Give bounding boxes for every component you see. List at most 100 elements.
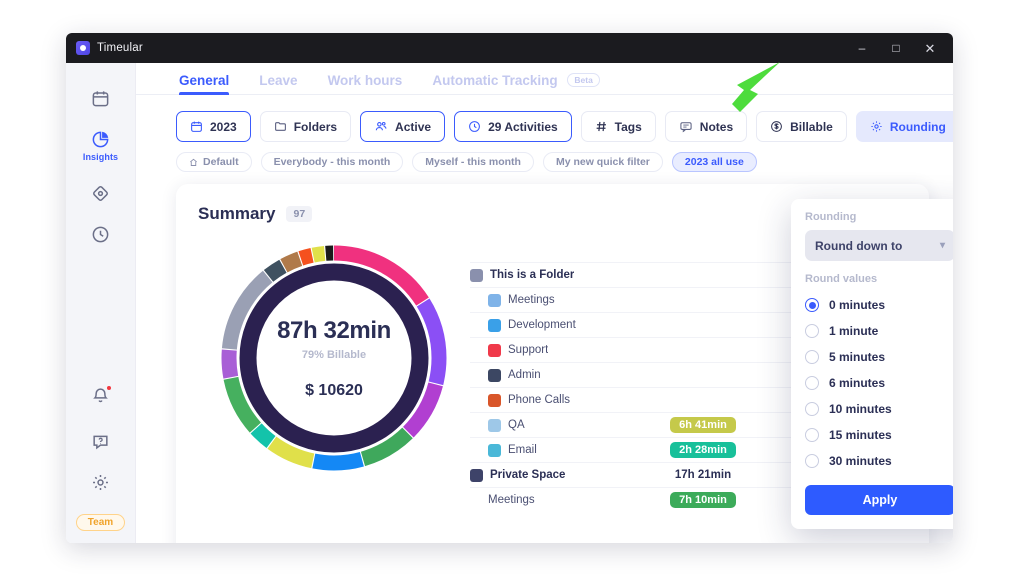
team-badge[interactable]: Team [76, 514, 125, 531]
radio-button[interactable] [805, 454, 819, 468]
rounding-title: Rounding [805, 211, 953, 223]
chip-label: Tags [615, 120, 642, 134]
row-name-cell: Meetings [470, 294, 655, 307]
duration-value: 17h 21min [675, 469, 731, 481]
filter-bar: 2023 Folders Active 29 Activitie [136, 95, 953, 172]
quick-filter-myself[interactable]: Myself - this month [412, 152, 534, 172]
tab-automatic-tracking[interactable]: Automatic Tracking Beta [432, 73, 599, 94]
title-bar: Timeular – □ ✕ [66, 33, 953, 63]
quick-filter-everybody[interactable]: Everybody - this month [261, 152, 404, 172]
sidebar-item-settings[interactable] [75, 473, 127, 492]
app-title: Timeular [97, 42, 143, 54]
radio-button[interactable] [805, 298, 819, 312]
apply-button[interactable]: Apply [805, 485, 953, 515]
tab-label: Leave [259, 73, 297, 88]
tab-label: Automatic Tracking [432, 73, 557, 88]
row-name-label: Admin [508, 369, 541, 381]
radio-button[interactable] [805, 376, 819, 390]
main-content: General Leave Work hours Automatic Track… [136, 63, 953, 543]
annotation-arrow-icon [724, 60, 784, 122]
app-body: Insights [66, 63, 953, 543]
round-value-label: 1 minute [829, 324, 878, 338]
sidebar-item-tracker[interactable] [75, 184, 127, 203]
filter-chip-rounding[interactable]: Rounding [856, 111, 953, 142]
filter-chip-activities[interactable]: 29 Activities [454, 111, 572, 142]
donut-chart[interactable]: 87h 32min 79% Billable $ 10620 [218, 242, 450, 474]
round-value-label: 30 minutes [829, 454, 892, 468]
round-value-option[interactable]: 10 minutes [805, 396, 953, 422]
round-value-label: 6 minutes [829, 376, 885, 390]
clock-icon [91, 225, 110, 244]
radio-button[interactable] [805, 428, 819, 442]
app-logo-icon [76, 41, 90, 55]
sidebar-item-calendar[interactable] [75, 89, 127, 108]
admin-icon [488, 369, 501, 382]
quick-filter-default[interactable]: Default [176, 152, 252, 172]
filter-chip-active[interactable]: Active [360, 111, 445, 142]
quick-filter-label: Everybody - this month [274, 156, 391, 168]
app-window: Timeular – □ ✕ Insights [66, 33, 953, 543]
round-value-option[interactable]: 5 minutes [805, 344, 953, 370]
filter-chip-folders[interactable]: Folders [260, 111, 351, 142]
clock-icon [468, 120, 481, 133]
row-name-label: Development [508, 319, 576, 331]
round-value-option[interactable]: 30 minutes [805, 448, 953, 474]
quick-filter-2023-all-users[interactable]: 2023 all use [672, 152, 757, 172]
round-value-option[interactable]: 0 minutes [805, 292, 953, 318]
maximize-button[interactable]: □ [879, 33, 913, 63]
row-name-label: This is a Folder [490, 269, 574, 281]
radio-button[interactable] [805, 402, 819, 416]
row-name-cell: Development [470, 319, 655, 332]
minimize-button[interactable]: – [845, 33, 879, 63]
round-value-label: 0 minutes [829, 298, 885, 312]
donut-amount-value: $ 10620 [305, 382, 363, 400]
filter-chip-year[interactable]: 2023 [176, 111, 251, 142]
people-icon [374, 120, 388, 133]
round-value-option[interactable]: 1 minute [805, 318, 953, 344]
quick-filter-label: Myself - this month [425, 156, 521, 168]
row-name-cell: Support [470, 344, 655, 357]
row-name-cell: Admin [470, 369, 655, 382]
filter-chip-row: 2023 Folders Active 29 Activitie [176, 111, 953, 142]
diamond-icon [91, 184, 110, 203]
radio-button[interactable] [805, 324, 819, 338]
duration-badge: 7h 10min [670, 492, 736, 508]
home-icon [470, 469, 483, 482]
tab-general[interactable]: General [179, 73, 229, 94]
pie-chart-icon [91, 130, 110, 149]
quick-filter-label: 2023 all use [685, 156, 744, 168]
notification-badge-dot [106, 385, 112, 391]
filter-chip-tags[interactable]: Tags [581, 111, 656, 142]
round-value-label: 5 minutes [829, 350, 885, 364]
sidebar-item-notifications[interactable] [75, 386, 127, 410]
rounding-dropdown: Rounding Round down to ▾ Round values 0 … [791, 199, 953, 529]
round-value-option[interactable]: 15 minutes [805, 422, 953, 448]
row-duration-cell: 7h 10min [655, 492, 751, 508]
gear-icon [870, 120, 883, 133]
chip-label: Billable [790, 120, 833, 134]
close-button[interactable]: ✕ [913, 33, 947, 63]
tab-work-hours[interactable]: Work hours [328, 73, 403, 94]
row-name-label: Private Space [490, 469, 565, 481]
round-values-label: Round values [805, 273, 953, 285]
email-icon [488, 444, 501, 457]
rounding-mode-select[interactable]: Round down to ▾ [805, 230, 953, 261]
radio-button[interactable] [805, 350, 819, 364]
row-name-label: QA [508, 419, 525, 431]
chip-label: 2023 [210, 120, 237, 134]
sidebar-item-insights[interactable]: Insights [75, 130, 127, 162]
chip-label: Folders [294, 120, 337, 134]
donut-total-value: 87h 32min [277, 317, 391, 345]
sidebar-item-history[interactable] [75, 225, 127, 244]
tab-leave[interactable]: Leave [259, 73, 297, 94]
help-icon [91, 432, 110, 451]
row-name-label: Support [508, 344, 548, 356]
row-duration-cell: 6h 41min [655, 417, 751, 433]
donut-center-labels: 87h 32min 79% Billable $ 10620 [218, 242, 450, 474]
sidebar-item-help[interactable] [75, 432, 127, 451]
round-value-option[interactable]: 6 minutes [805, 370, 953, 396]
quick-filter-my-new[interactable]: My new quick filter [543, 152, 663, 172]
hash-icon [595, 120, 608, 133]
quick-filter-label: My new quick filter [556, 156, 650, 168]
page-title: Summary [198, 204, 275, 224]
